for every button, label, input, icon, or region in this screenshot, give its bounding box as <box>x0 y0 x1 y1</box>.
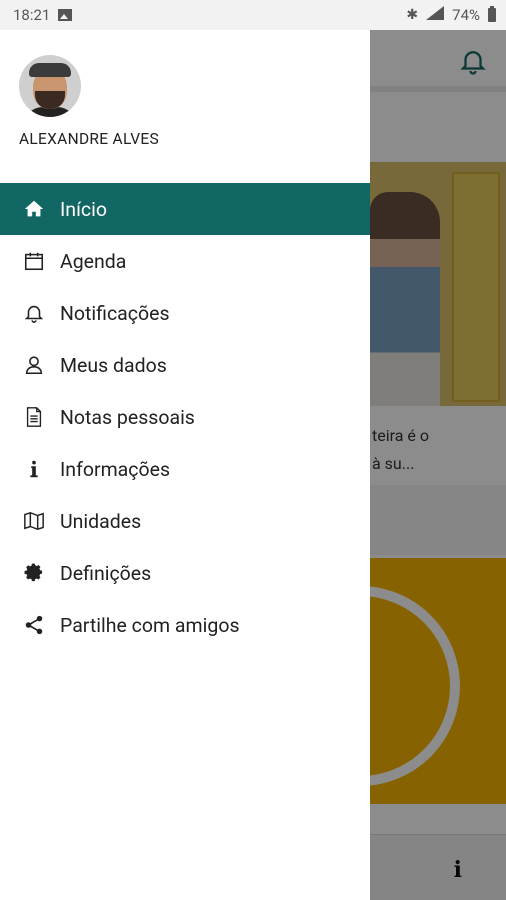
status-time: 18:21 <box>13 6 51 24</box>
menu-item-inicio[interactable]: Início <box>0 183 370 235</box>
bluetooth-icon: ✱ <box>406 7 419 23</box>
menu-item-label: Notificações <box>60 301 170 325</box>
drawer-header: ALEXANDRE ALVES <box>0 30 370 170</box>
menu-item-label: Meus dados <box>60 353 167 377</box>
menu-item-label: Agenda <box>60 249 127 273</box>
document-icon <box>22 405 46 429</box>
calendar-icon <box>22 249 46 273</box>
menu-item-label: Definições <box>60 561 152 585</box>
battery-icon <box>488 6 496 22</box>
menu-item-notas-pessoais[interactable]: Notas pessoais <box>0 391 370 443</box>
signal-icon <box>426 6 445 24</box>
battery-percent: 74% <box>452 6 480 24</box>
user-name: ALEXANDRE ALVES <box>19 130 160 148</box>
home-icon <box>22 197 46 221</box>
map-icon <box>22 509 46 533</box>
menu-item-agenda[interactable]: Agenda <box>0 235 370 287</box>
user-icon <box>22 353 46 377</box>
image-notification-icon <box>58 9 73 21</box>
navigation-drawer: ALEXANDRE ALVES Início Agenda Notificaçõ… <box>0 30 370 900</box>
bell-icon <box>22 301 46 325</box>
menu-item-informacoes[interactable]: Informações <box>0 443 370 495</box>
gear-icon <box>22 561 46 585</box>
menu-item-label: Notas pessoais <box>60 405 195 429</box>
status-bar: 18:21 ✱ 74% <box>0 0 506 30</box>
menu-item-partilhe[interactable]: Partilhe com amigos <box>0 599 370 651</box>
menu-item-label: Partilhe com amigos <box>60 613 240 637</box>
share-icon <box>22 613 46 637</box>
avatar[interactable] <box>19 55 81 117</box>
menu-item-unidades[interactable]: Unidades <box>0 495 370 547</box>
menu-item-notificacoes[interactable]: Notificações <box>0 287 370 339</box>
menu-item-label: Início <box>60 197 107 221</box>
menu-item-meus-dados[interactable]: Meus dados <box>0 339 370 391</box>
menu-item-label: Informações <box>60 457 171 481</box>
menu-item-label: Unidades <box>60 509 142 533</box>
info-icon <box>22 457 46 481</box>
drawer-menu: Início Agenda Notificações Meus dados No… <box>0 183 370 651</box>
menu-item-definicoes[interactable]: Definições <box>0 547 370 599</box>
